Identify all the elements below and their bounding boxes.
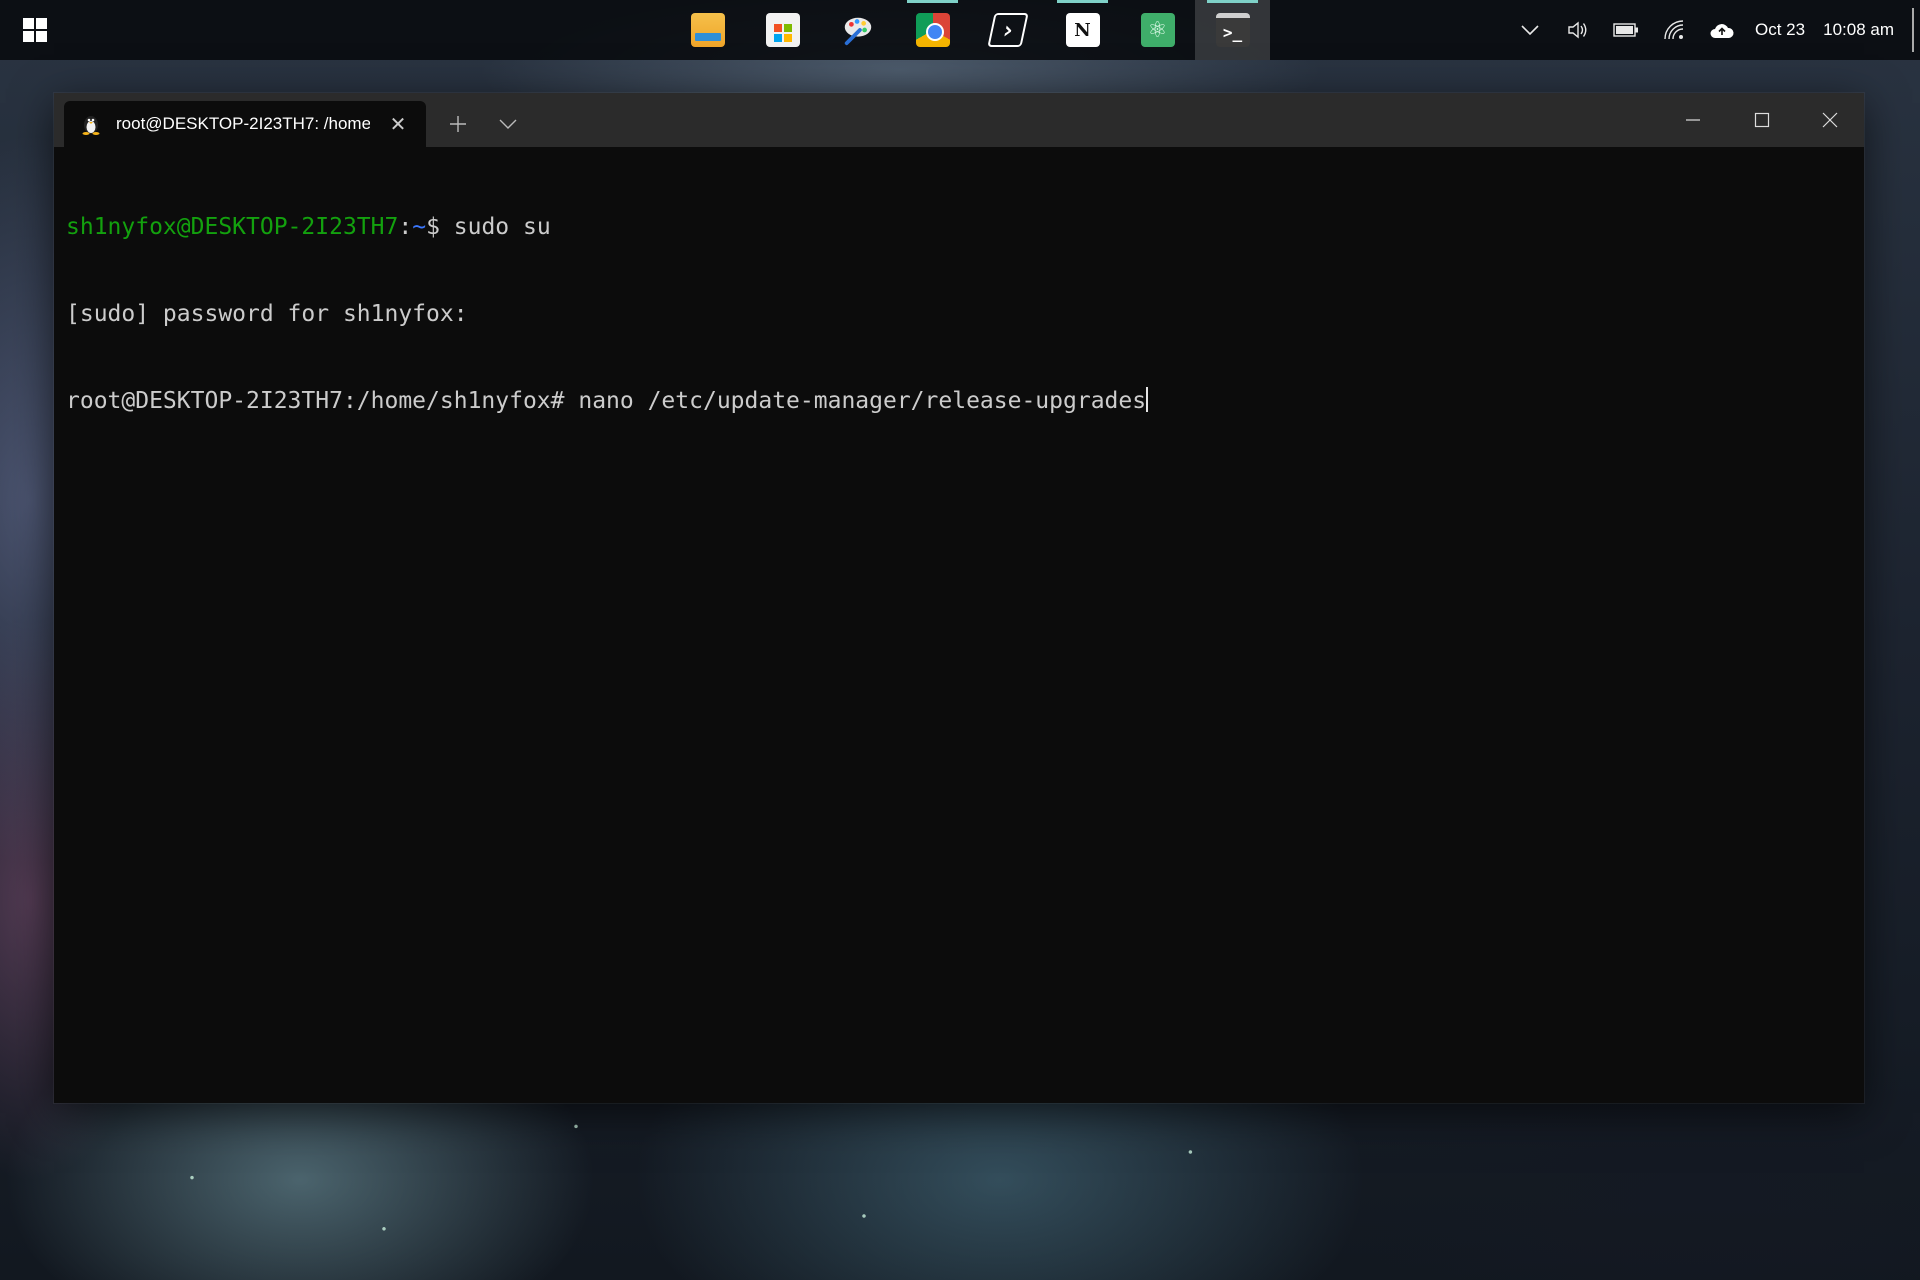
tab-close-icon[interactable]: ✕	[388, 112, 408, 137]
wifi-icon[interactable]	[1650, 0, 1698, 60]
sudo-password-prompt: [sudo] password for sh1nyfox:	[66, 301, 468, 327]
taskbar-app-notion[interactable]: N	[1045, 0, 1120, 60]
close-icon	[1822, 112, 1838, 128]
window-titlebar[interactable]: root@DESKTOP-2I23TH7: /home/sh1nyfox ✕	[54, 93, 1864, 147]
maximize-icon	[1754, 112, 1770, 128]
chevron-up-icon[interactable]	[1506, 0, 1554, 60]
prompt-path: ~	[412, 214, 427, 240]
tab-title: root@DESKTOP-2I23TH7: /home/sh1nyfox	[116, 114, 370, 133]
terminal-line-1: sh1nyfox@DESKTOP-2I23TH7:~$ sudo su	[66, 213, 1852, 242]
tray-date[interactable]: Oct 23	[1746, 20, 1814, 40]
notion-icon: N	[1065, 13, 1100, 47]
taskbar-app-chrome[interactable]	[895, 0, 970, 60]
new-tab-button[interactable]	[436, 101, 480, 147]
minimize-button[interactable]	[1659, 93, 1727, 147]
taskbar-app-terminal[interactable]: >_	[1195, 0, 1270, 60]
terminal-icon: >_	[1215, 13, 1250, 47]
prompt-colon: :	[398, 214, 413, 240]
prompt-user-host: sh1nyfox@DESKTOP-2I23TH7	[66, 214, 399, 240]
terminal-line-3: root@DESKTOP-2I23TH7:/home/sh1nyfox# nan…	[66, 387, 1852, 416]
chrome-icon	[915, 13, 950, 47]
linux-penguin-icon	[80, 113, 102, 135]
tray-time[interactable]: 10:08 am	[1814, 20, 1912, 40]
volume-icon[interactable]	[1554, 0, 1602, 60]
maximize-button[interactable]	[1728, 93, 1796, 147]
cloud-upload-icon[interactable]	[1698, 0, 1746, 60]
command-text: $ sudo su	[426, 214, 551, 240]
paint-icon	[841, 13, 875, 47]
start-button[interactable]	[14, 14, 56, 46]
terminal-line-2: [sudo] password for sh1nyfox:	[66, 300, 1852, 329]
text-cursor	[1146, 387, 1149, 412]
powershell-icon: ›	[986, 13, 1029, 47]
system-tray: Oct 23 10:08 am	[1506, 0, 1920, 60]
plus-icon	[450, 116, 466, 132]
root-command-line: root@DESKTOP-2I23TH7:/home/sh1nyfox# nan…	[66, 388, 1147, 414]
taskbar-app-atom[interactable]: ⚛	[1120, 0, 1195, 60]
minimize-icon	[1686, 119, 1700, 121]
windows-logo-icon	[23, 18, 47, 42]
terminal-window: root@DESKTOP-2I23TH7: /home/sh1nyfox ✕ s…	[54, 93, 1864, 1103]
battery-icon[interactable]	[1602, 0, 1650, 60]
close-button[interactable]	[1796, 93, 1864, 147]
atom-icon: ⚛	[1140, 13, 1175, 47]
taskbar: › N ⚛ >_ Oct 23 10:08 am	[0, 0, 1920, 60]
tab-dropdown-button[interactable]	[486, 101, 530, 147]
chevron-down-icon	[499, 119, 517, 129]
folder-icon	[690, 13, 725, 47]
taskbar-app-paint[interactable]	[820, 0, 895, 60]
terminal-tab[interactable]: root@DESKTOP-2I23TH7: /home/sh1nyfox ✕	[64, 101, 426, 147]
store-icon	[765, 13, 800, 47]
show-desktop-button[interactable]	[1912, 8, 1914, 52]
terminal-output[interactable]: sh1nyfox@DESKTOP-2I23TH7:~$ sudo su [sud…	[54, 147, 1864, 482]
taskbar-app-powershell[interactable]: ›	[970, 0, 1045, 60]
taskbar-pinned-apps: › N ⚛ >_	[670, 0, 1270, 60]
taskbar-app-microsoft-store[interactable]	[745, 0, 820, 60]
taskbar-app-file-explorer[interactable]	[670, 0, 745, 60]
